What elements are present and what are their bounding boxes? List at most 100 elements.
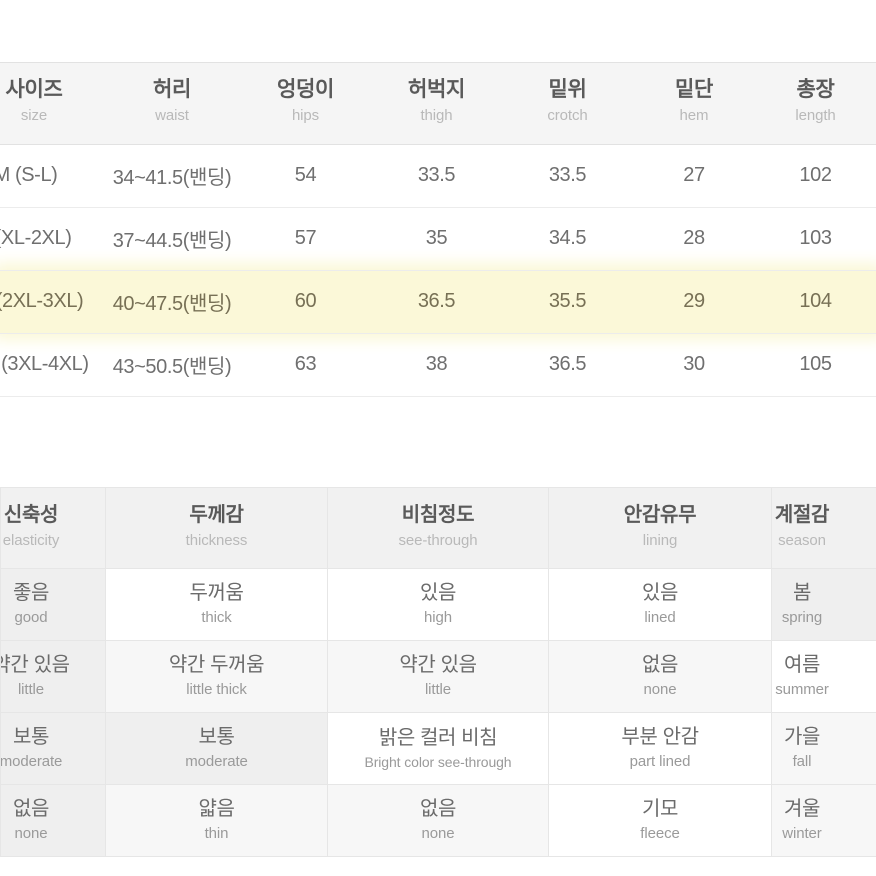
fabric-cell-see-through-ko: 없음 [420,797,456,820]
fabric-cell-lining-en: none [643,680,677,698]
fabric-cell-elasticity: 약간 있음 little [0,640,106,713]
size-header-waist: 허리 waist [104,62,240,145]
size-cell-thigh: 33.5 [371,144,502,208]
size-cell-waist: 43~50.5(밴딩) [104,333,240,397]
size-cell-hips: 54 [240,144,371,208]
fabric-cell-see-through-en: high [424,608,452,626]
fabric-cell-season-ko: 여름 [784,653,820,676]
fabric-cell-lining-en: fleece [640,824,680,842]
size-chart-container: 사이즈 size 허리 waist 엉덩이 hips 허벅지 thigh 밑위 … [0,62,876,397]
size-cell-hem: 29 [633,270,755,334]
fabric-cell-elasticity-ko: 좋음 [13,581,49,604]
size-header-waist-ko: 허리 [152,78,192,101]
size-cell-length: 105 [755,333,876,397]
fabric-header-lining-en: lining [642,532,678,550]
table-row: 약간 있음 little 약간 두꺼움 little thick 약간 있음 l… [0,640,876,713]
fabric-header-elasticity-en: elasticity [2,532,60,550]
fabric-cell-thickness-ko: 보통 [198,725,235,748]
size-cell-thigh: 35 [371,207,502,271]
size-cell-length: 102 [755,144,876,208]
size-header-crotch-en: crotch [547,107,588,125]
fabric-cell-thickness-en: thick [201,608,232,626]
fabric-cell-thickness: 보통 moderate [105,712,328,785]
fabric-header-see-through-en: see-through [398,532,478,550]
fabric-cell-lining: 있음 lined [548,568,772,641]
fabric-header-season-ko: 계절감 [774,504,830,527]
size-header-thigh: 허벅지 thigh [371,62,502,145]
table-row-highlighted: XL (2XL-3XL) 40~47.5(밴딩) 60 36.5 35.5 29… [0,270,876,334]
fabric-cell-season-en: winter [782,824,822,842]
table-row: 좋음 good 두꺼움 thick 있음 high 있음 lined 봄 spr… [0,568,876,641]
fabric-cell-thickness-en: little thick [186,680,247,698]
fabric-cell-season-en: summer [775,680,829,698]
fabric-cell-see-through-en: Bright color see-through [364,753,512,770]
fabric-cell-lining-ko: 없음 [642,653,678,676]
size-chart-header: 사이즈 size 허리 waist 엉덩이 hips 허벅지 thigh 밑위 … [0,62,876,145]
size-header-size: 사이즈 size [0,62,104,145]
size-cell-hips: 60 [240,270,371,334]
fabric-cell-elasticity-en: little [17,680,45,698]
size-header-hips: 엉덩이 hips [240,62,371,145]
fabric-cell-elasticity-ko: 없음 [13,797,49,820]
fabric-header-thickness: 두께감 thickness [105,487,328,569]
fabric-cell-season-inner: 겨울 winter [773,796,876,846]
size-cell-hips: 57 [240,207,371,271]
fabric-cell-elasticity-ko: 보통 [13,725,49,748]
fabric-cell-thickness-en: thin [204,824,229,842]
size-chart-body: M (S-L) 34~41.5(밴딩) 54 33.5 33.5 27 102 … [0,144,876,397]
size-header-size-en: size [20,107,48,125]
fabric-cell-season-ko: 봄 [793,581,811,604]
size-header-length-ko: 총장 [796,78,835,101]
fabric-header-season-en: season [778,532,826,550]
fabric-cell-season: 겨울 winter [771,784,876,857]
fabric-header-season-inner: 계절감 season [773,503,876,553]
size-header-length-en: length [795,107,836,125]
size-cell-hem: 27 [633,144,755,208]
fabric-cell-see-through-en: little [424,680,452,698]
size-cell-waist: 40~47.5(밴딩) [104,270,240,334]
fabric-cell-season-ko: 가을 [784,725,820,748]
fabric-cell-thickness-en: moderate [185,752,248,770]
size-cell-length: 103 [755,207,876,271]
fabric-cell-thickness-ko: 약간 두꺼움 [168,653,265,676]
fabric-cell-lining-ko: 기모 [642,797,678,820]
fabric-cell-thickness-ko: 얇음 [198,797,235,820]
fabric-header-lining-ko: 안감유무 [623,504,697,527]
fabric-cell-season-inner: 여름 summer [773,652,876,702]
size-cell-thigh: 36.5 [371,270,502,334]
fabric-cell-thickness: 얇음 thin [105,784,328,857]
fabric-info-container: 신축성 elasticity 두께감 thickness 비침정도 see-th… [0,487,876,857]
size-cell-crotch: 36.5 [502,333,633,397]
size-cell-waist: 34~41.5(밴딩) [104,144,240,208]
fabric-cell-see-through-ko: 밝은 컬러 비침 [378,726,498,749]
fabric-cell-lining-en: part lined [629,752,691,770]
fabric-cell-elasticity-en: none [14,824,48,842]
fabric-cell-elasticity-ko: 약간 있음 [2,653,70,676]
size-header-hem-en: hem [679,107,709,125]
fabric-header-thickness-ko: 두께감 [189,504,244,527]
fabric-cell-lining: 부분 안감 part lined [548,712,772,785]
fabric-info-header: 신축성 elasticity 두께감 thickness 비침정도 see-th… [0,487,876,569]
fabric-cell-elasticity: 보통 moderate [0,712,106,785]
fabric-cell-season: 여름 summer [771,640,876,713]
fabric-info-body: 좋음 good 두꺼움 thick 있음 high 있음 lined 봄 spr… [0,568,876,857]
size-chart-table: 사이즈 size 허리 waist 엉덩이 hips 허벅지 thigh 밑위 … [0,62,876,397]
size-header-size-ko: 사이즈 [5,78,63,101]
fabric-cell-elasticity: 없음 none [0,784,106,857]
size-cell-waist: 37~44.5(밴딩) [104,207,240,271]
fabric-cell-season-en: fall [792,752,812,770]
fabric-cell-see-through: 밝은 컬러 비침 Bright color see-through [327,712,549,785]
size-cell-hem: 28 [633,207,755,271]
fabric-header-lining: 안감유무 lining [548,487,772,569]
table-row: 2XL (3XL-4XL) 43~50.5(밴딩) 63 38 36.5 30 … [0,333,876,397]
fabric-cell-lining-ko: 있음 [642,581,678,604]
fabric-header-thickness-en: thickness [185,532,248,550]
size-chart-header-row: 사이즈 size 허리 waist 엉덩이 hips 허벅지 thigh 밑위 … [0,62,876,145]
fabric-cell-elasticity-en: good [14,608,48,626]
fabric-cell-lining-ko: 부분 안감 [621,725,699,748]
size-cell-size: XL (2XL-3XL) [0,270,104,334]
size-cell-size: 2XL (3XL-4XL) [0,333,104,397]
table-row: L (XL-2XL) 37~44.5(밴딩) 57 35 34.5 28 103 [0,207,876,271]
fabric-info-header-row: 신축성 elasticity 두께감 thickness 비침정도 see-th… [0,487,876,569]
size-cell-crotch: 34.5 [502,207,633,271]
